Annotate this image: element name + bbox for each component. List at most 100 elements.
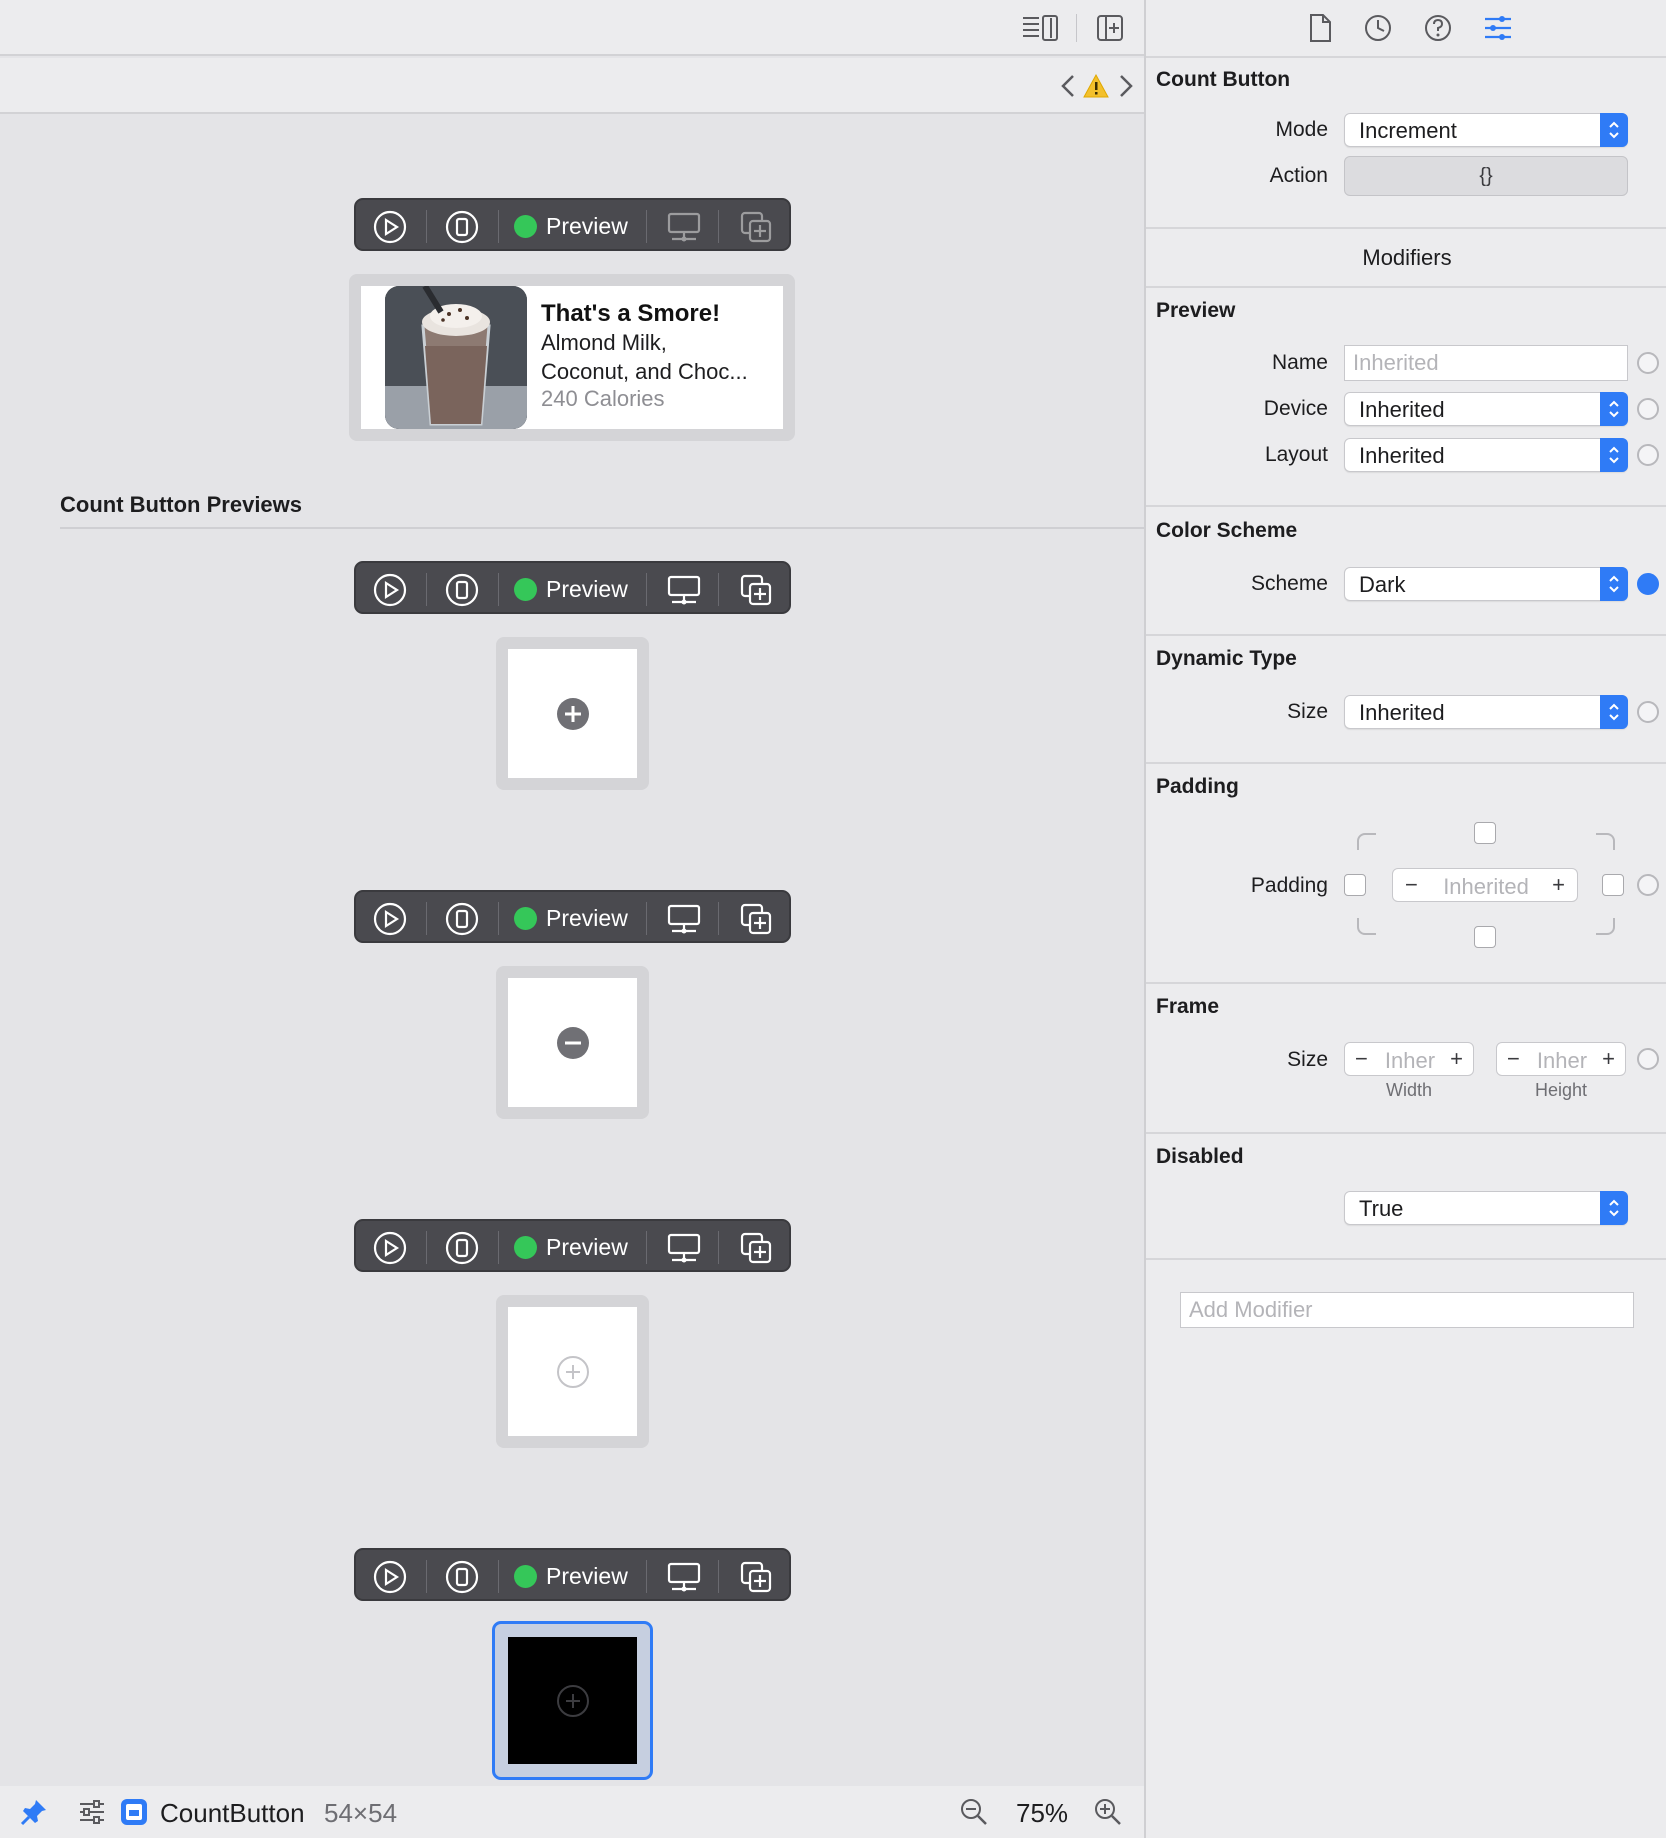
dynamic-type-size-value: Inherited — [1359, 700, 1445, 725]
device-preview-icon[interactable] — [442, 207, 482, 247]
chevron-right-icon[interactable] — [1116, 72, 1136, 100]
scheme-popup[interactable]: Dark — [1344, 567, 1628, 601]
popup-arrows-icon — [1600, 113, 1628, 147]
frame-width-value: Inher — [1384, 1048, 1436, 1073]
live-preview-icon[interactable] — [370, 570, 410, 610]
padding-section-title: Padding — [1156, 775, 1239, 798]
preview-toolbar: Preview — [354, 1219, 791, 1272]
layout-popup[interactable]: Inherited — [1344, 438, 1628, 472]
count-button-preview[interactable] — [508, 978, 637, 1107]
frame-height-stepper[interactable]: − Inher + — [1496, 1042, 1626, 1076]
device-popup[interactable]: Inherited — [1344, 392, 1628, 426]
increment-button[interactable]: + — [1552, 872, 1565, 898]
duplicate-preview-icon[interactable] — [736, 1228, 776, 1268]
padding-label: Padding — [1250, 874, 1328, 897]
history-icon[interactable] — [1362, 12, 1394, 44]
scheme-enable-radio[interactable] — [1637, 573, 1659, 595]
dynamic-type-size-popup[interactable]: Inherited — [1344, 695, 1628, 729]
decrement-button[interactable]: − — [1355, 1046, 1368, 1072]
preview-status: Preview — [514, 212, 628, 240]
device-enable-radio[interactable] — [1637, 398, 1659, 420]
name-field[interactable]: Inherited — [1344, 345, 1628, 381]
inspect-preview-icon[interactable] — [664, 1228, 704, 1268]
preview-toolbar: Preview — [354, 561, 791, 614]
live-preview-icon[interactable] — [370, 1228, 410, 1268]
mode-popup[interactable]: Increment — [1344, 113, 1628, 147]
live-preview-icon[interactable] — [370, 899, 410, 939]
increment-button[interactable]: + — [1450, 1046, 1463, 1072]
chevron-left-icon[interactable] — [1058, 72, 1078, 100]
padding-stepper[interactable]: − Inherited + — [1392, 868, 1578, 902]
file-icon[interactable] — [1304, 12, 1336, 44]
component-icon — [118, 1796, 150, 1828]
frame-enable-radio[interactable] — [1637, 1048, 1659, 1070]
add-editor-icon[interactable] — [1094, 12, 1126, 44]
padding-top-checkbox[interactable] — [1474, 822, 1496, 844]
height-caption: Height — [1534, 1080, 1588, 1100]
action-label: Action — [1269, 164, 1328, 187]
editor-options-icon[interactable] — [1020, 12, 1060, 44]
inspect-preview-icon[interactable] — [664, 207, 704, 247]
help-icon[interactable] — [1422, 12, 1454, 44]
attributes-icon[interactable] — [1482, 12, 1514, 44]
device-preview-icon[interactable] — [442, 1557, 482, 1597]
divider — [1146, 227, 1666, 229]
padding-trailing-checkbox[interactable] — [1602, 874, 1624, 896]
duplicate-preview-icon[interactable] — [736, 899, 776, 939]
plus-circle-filled-icon[interactable] — [556, 697, 590, 731]
duplicate-preview-icon[interactable] — [736, 1557, 776, 1597]
name-placeholder: Inherited — [1353, 350, 1439, 375]
padding-leading-checkbox[interactable] — [1344, 874, 1366, 896]
adjustments-icon[interactable] — [76, 1796, 108, 1828]
minus-circle-filled-icon[interactable] — [556, 1026, 590, 1060]
device-preview-icon[interactable] — [442, 899, 482, 939]
preview-toolbar: Preview — [354, 890, 791, 943]
disabled-popup[interactable]: True — [1344, 1191, 1628, 1225]
add-modifier-field[interactable]: Add Modifier — [1180, 1292, 1634, 1328]
width-caption: Width — [1385, 1080, 1432, 1100]
live-preview-icon[interactable] — [370, 1557, 410, 1597]
popup-arrows-icon — [1600, 438, 1628, 472]
count-button-preview[interactable] — [508, 649, 637, 778]
divider — [1146, 1132, 1666, 1134]
duplicate-preview-icon[interactable] — [736, 570, 776, 610]
preview-toolbar: Preview — [354, 1548, 791, 1601]
zoom-level[interactable]: 75% — [1016, 1798, 1068, 1829]
plus-circle-outline-icon[interactable] — [556, 1355, 590, 1389]
layout-label: Layout — [1264, 443, 1328, 466]
increment-button[interactable]: + — [1602, 1046, 1615, 1072]
layout-enable-radio[interactable] — [1637, 444, 1659, 466]
dynamic-type-enable-radio[interactable] — [1637, 701, 1659, 723]
padding-enable-radio[interactable] — [1637, 874, 1659, 896]
duplicate-preview-icon[interactable] — [736, 207, 776, 247]
inspect-preview-icon[interactable] — [664, 1557, 704, 1597]
frame-width-stepper[interactable]: − Inher + — [1344, 1042, 1474, 1076]
decrement-button[interactable]: − — [1507, 1046, 1520, 1072]
zoom-in-icon[interactable] — [1092, 1796, 1124, 1828]
action-button[interactable]: {} — [1344, 156, 1628, 196]
count-button-preview[interactable] — [508, 1307, 637, 1436]
device-preview-icon[interactable] — [442, 1228, 482, 1268]
mode-value: Increment — [1359, 118, 1457, 143]
live-preview-icon[interactable] — [370, 207, 410, 247]
zoom-out-icon[interactable] — [958, 1796, 990, 1828]
scheme-label: Scheme — [1250, 572, 1328, 595]
decrement-button[interactable]: − — [1405, 872, 1418, 898]
device-label: Device — [1263, 397, 1328, 420]
drink-row[interactable]: That's a Smore! Almond Milk, Coconut, an… — [361, 286, 783, 429]
inspect-preview-icon[interactable] — [664, 570, 704, 610]
inspect-preview-icon[interactable] — [664, 899, 704, 939]
count-button-preview[interactable] — [508, 1637, 637, 1764]
device-preview-icon[interactable] — [442, 570, 482, 610]
name-enable-radio[interactable] — [1637, 352, 1659, 374]
preview-label: Preview — [546, 1233, 628, 1260]
plus-circle-outline-icon[interactable] — [556, 1684, 590, 1718]
status-dot — [514, 1235, 537, 1259]
pin-icon[interactable] — [18, 1796, 50, 1828]
modifiers-title: Modifiers — [1362, 245, 1452, 270]
preview-frame — [496, 637, 649, 790]
padding-value: Inherited — [1443, 874, 1529, 899]
divider — [1146, 634, 1666, 636]
warning-icon[interactable] — [1082, 72, 1110, 100]
padding-bottom-checkbox[interactable] — [1474, 926, 1496, 948]
